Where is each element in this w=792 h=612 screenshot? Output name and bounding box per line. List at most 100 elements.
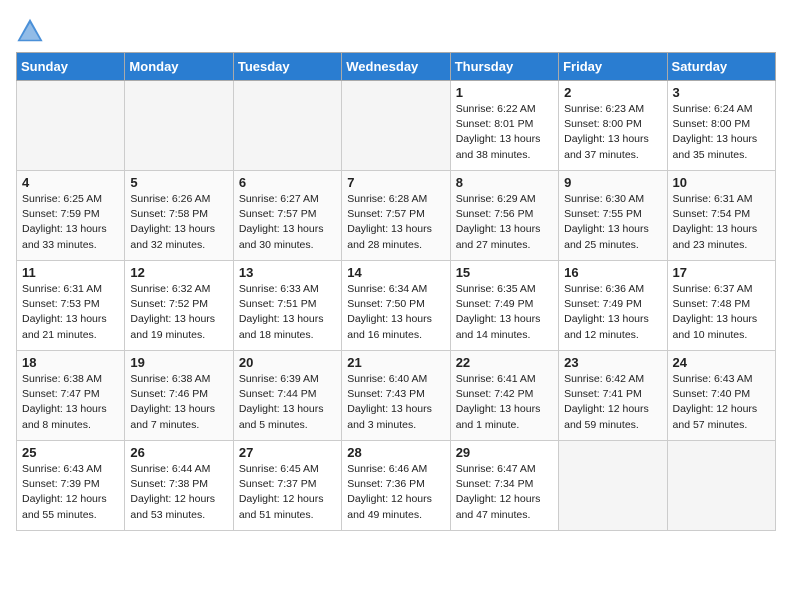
calendar-cell: 12Sunrise: 6:32 AM Sunset: 7:52 PM Dayli… [125,261,233,351]
day-info: Sunrise: 6:41 AM Sunset: 7:42 PM Dayligh… [456,372,553,433]
calendar-cell: 13 Sunrise: 6:33 AM Sunset: 7:51 PM Dayli… [233,261,341,351]
day-number: 18 [22,355,119,370]
page-header [16,16,776,44]
calendar-week-row: 4 Sunrise: 6:25 AM Sunset: 7:59 PM Daylig… [17,171,776,261]
day-number: 13 [239,265,336,280]
calendar-cell: 2Sunrise: 6:23 AM Sunset: 8:00 PM Daylig… [559,81,667,171]
day-info: Sunrise: 6:45 AM Sunset: 7:37 PM Dayligh… [239,462,336,523]
weekday-header-sunday: Sunday [17,53,125,81]
day-number: 15 [456,265,553,280]
calendar-cell: 18 Sunrise: 6:38 AM Sunset: 7:47 PM Dayli… [17,351,125,441]
logo [16,16,46,44]
calendar-cell: 22 Sunrise: 6:41 AM Sunset: 7:42 PM Dayli… [450,351,558,441]
day-number: 23 [564,355,661,370]
weekday-header-friday: Friday [559,53,667,81]
day-number: 8 [456,175,553,190]
day-info: Sunrise: 6:38 AM Sunset: 7:46 PM Dayligh… [130,372,227,433]
day-number: 2 [564,85,661,100]
generalblue-logo-icon [16,16,44,44]
day-number: 27 [239,445,336,460]
day-info: Sunrise: 6:30 AM Sunset: 7:55 PM Dayligh… [564,192,661,253]
day-number: 21 [347,355,444,370]
calendar-cell: 29 Sunrise: 6:47 AM Sunset: 7:34 PM Dayli… [450,441,558,531]
day-info: Sunrise: 6:46 AM Sunset: 7:36 PM Dayligh… [347,462,444,523]
day-info: Sunrise: 6:24 AM Sunset: 8:00 PM Dayligh… [673,102,770,163]
day-info: Sunrise: 6:35 AM Sunset: 7:49 PM Dayligh… [456,282,553,343]
day-number: 20 [239,355,336,370]
day-number: 16 [564,265,661,280]
day-number: 9 [564,175,661,190]
day-number: 28 [347,445,444,460]
calendar-cell: 20 Sunrise: 6:39 AM Sunset: 7:44 PM Dayli… [233,351,341,441]
day-number: 4 [22,175,119,190]
calendar-week-row: 11 Sunrise: 6:31 AM Sunset: 7:53 PM Dayli… [17,261,776,351]
day-info: Sunrise: 6:47 AM Sunset: 7:34 PM Dayligh… [456,462,553,523]
day-info: Sunrise: 6:43 AM Sunset: 7:40 PM Dayligh… [673,372,770,433]
calendar-cell [125,81,233,171]
calendar-cell: 7Sunrise: 6:28 AM Sunset: 7:57 PM Daylig… [342,171,450,261]
calendar-cell [17,81,125,171]
day-info: Sunrise: 6:22 AM Sunset: 8:01 PM Dayligh… [456,102,553,163]
day-info: Sunrise: 6:25 AM Sunset: 7:59 PM Dayligh… [22,192,119,253]
calendar-cell: 11 Sunrise: 6:31 AM Sunset: 7:53 PM Dayli… [17,261,125,351]
calendar-cell: 26 Sunrise: 6:44 AM Sunset: 7:38 PM Dayli… [125,441,233,531]
weekday-header-wednesday: Wednesday [342,53,450,81]
calendar-cell: 25 Sunrise: 6:43 AM Sunset: 7:39 PM Dayli… [17,441,125,531]
calendar-table: SundayMondayTuesdayWednesdayThursdayFrid… [16,52,776,531]
day-info: Sunrise: 6:28 AM Sunset: 7:57 PM Dayligh… [347,192,444,253]
day-number: 14 [347,265,444,280]
day-number: 19 [130,355,227,370]
day-info: Sunrise: 6:34 AM Sunset: 7:50 PM Dayligh… [347,282,444,343]
calendar-cell: 6 Sunrise: 6:27 AM Sunset: 7:57 PM Daylig… [233,171,341,261]
calendar-cell [559,441,667,531]
day-info: Sunrise: 6:38 AM Sunset: 7:47 PM Dayligh… [22,372,119,433]
day-number: 24 [673,355,770,370]
day-info: Sunrise: 6:36 AM Sunset: 7:49 PM Dayligh… [564,282,661,343]
day-info: Sunrise: 6:27 AM Sunset: 7:57 PM Dayligh… [239,192,336,253]
calendar-cell: 27 Sunrise: 6:45 AM Sunset: 7:37 PM Dayli… [233,441,341,531]
calendar-cell: 15 Sunrise: 6:35 AM Sunset: 7:49 PM Dayli… [450,261,558,351]
weekday-header-monday: Monday [125,53,233,81]
calendar-cell: 8 Sunrise: 6:29 AM Sunset: 7:56 PM Daylig… [450,171,558,261]
day-number: 10 [673,175,770,190]
calendar-cell: 5Sunrise: 6:26 AM Sunset: 7:58 PM Daylig… [125,171,233,261]
day-info: Sunrise: 6:29 AM Sunset: 7:56 PM Dayligh… [456,192,553,253]
calendar-cell: 3 Sunrise: 6:24 AM Sunset: 8:00 PM Daylig… [667,81,775,171]
day-number: 6 [239,175,336,190]
day-number: 5 [130,175,227,190]
day-number: 25 [22,445,119,460]
day-number: 22 [456,355,553,370]
day-info: Sunrise: 6:31 AM Sunset: 7:53 PM Dayligh… [22,282,119,343]
day-number: 17 [673,265,770,280]
calendar-cell: 10 Sunrise: 6:31 AM Sunset: 7:54 PM Dayli… [667,171,775,261]
calendar-cell: 4 Sunrise: 6:25 AM Sunset: 7:59 PM Daylig… [17,171,125,261]
day-number: 12 [130,265,227,280]
calendar-week-row: 18 Sunrise: 6:38 AM Sunset: 7:47 PM Dayli… [17,351,776,441]
calendar-cell: 9 Sunrise: 6:30 AM Sunset: 7:55 PM Daylig… [559,171,667,261]
weekday-header-tuesday: Tuesday [233,53,341,81]
day-number: 26 [130,445,227,460]
weekday-header-row: SundayMondayTuesdayWednesdayThursdayFrid… [17,53,776,81]
calendar-cell: 23 Sunrise: 6:42 AM Sunset: 7:41 PM Dayli… [559,351,667,441]
calendar-cell: 21 Sunrise: 6:40 AM Sunset: 7:43 PM Dayli… [342,351,450,441]
day-info: Sunrise: 6:37 AM Sunset: 7:48 PM Dayligh… [673,282,770,343]
calendar-cell: 14 Sunrise: 6:34 AM Sunset: 7:50 PM Dayli… [342,261,450,351]
day-info: Sunrise: 6:31 AM Sunset: 7:54 PM Dayligh… [673,192,770,253]
day-info: Sunrise: 6:42 AM Sunset: 7:41 PM Dayligh… [564,372,661,433]
day-number: 11 [22,265,119,280]
weekday-header-saturday: Saturday [667,53,775,81]
day-number: 3 [673,85,770,100]
day-number: 29 [456,445,553,460]
day-info: Sunrise: 6:44 AM Sunset: 7:38 PM Dayligh… [130,462,227,523]
calendar-cell: 28 Sunrise: 6:46 AM Sunset: 7:36 PM Dayli… [342,441,450,531]
calendar-cell: 19 Sunrise: 6:38 AM Sunset: 7:46 PM Dayli… [125,351,233,441]
day-info: Sunrise: 6:40 AM Sunset: 7:43 PM Dayligh… [347,372,444,433]
day-info: Sunrise: 6:43 AM Sunset: 7:39 PM Dayligh… [22,462,119,523]
day-number: 1 [456,85,553,100]
day-info: Sunrise: 6:33 AM Sunset: 7:51 PM Dayligh… [239,282,336,343]
day-info: Sunrise: 6:39 AM Sunset: 7:44 PM Dayligh… [239,372,336,433]
calendar-cell [667,441,775,531]
weekday-header-thursday: Thursday [450,53,558,81]
calendar-week-row: 25 Sunrise: 6:43 AM Sunset: 7:39 PM Dayli… [17,441,776,531]
calendar-cell [342,81,450,171]
